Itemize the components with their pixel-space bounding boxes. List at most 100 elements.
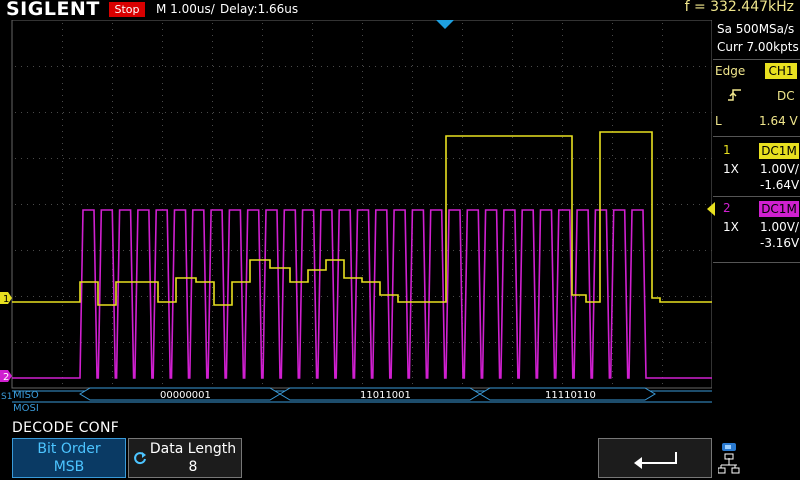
grid-dot — [162, 245, 163, 246]
grid-dot — [285, 204, 286, 205]
grid-dot — [612, 119, 613, 120]
grid-dot — [453, 66, 454, 67]
grid-dot — [562, 293, 563, 294]
grid-dot — [561, 158, 562, 159]
grid-dot — [615, 342, 616, 343]
grid-dot — [112, 107, 113, 108]
channel-2-marker[interactable]: 2 — [0, 370, 12, 383]
grid-dot — [62, 359, 63, 360]
grid-dot — [507, 250, 508, 251]
back-button[interactable] — [598, 438, 712, 478]
grid-dot — [519, 204, 520, 205]
run-stop-badge[interactable]: Stop — [109, 2, 145, 17]
grid-dot — [609, 66, 610, 67]
grid-dot — [171, 204, 172, 205]
grid-dot — [62, 167, 63, 168]
grid-dot — [639, 342, 640, 343]
grid-dot — [453, 158, 454, 159]
grid-dot — [562, 185, 563, 186]
grid-dot — [512, 269, 513, 270]
grid-dot — [512, 101, 513, 102]
grid-dot — [213, 204, 214, 205]
grid-dot — [459, 296, 460, 297]
grid-dot — [562, 377, 563, 378]
grid-dot — [512, 317, 513, 318]
grid-dot — [315, 158, 316, 159]
grid-dot — [69, 342, 70, 343]
grid-dot — [212, 167, 213, 168]
grid-dot — [512, 113, 513, 114]
channel-2-panel[interactable]: 2 DC1M 1X 1.00V/ -3.16V — [707, 198, 800, 260]
grid-dot — [303, 66, 304, 67]
grid-dot — [585, 204, 586, 205]
grid-dot — [412, 299, 413, 300]
grid-dot — [312, 173, 313, 174]
grid-dot — [615, 112, 616, 113]
grid-dot — [195, 296, 196, 297]
grid-dot — [62, 335, 63, 336]
grid-dot — [662, 47, 663, 48]
grid-dot — [262, 287, 263, 288]
grid-dot — [312, 299, 313, 300]
grid-dot — [465, 158, 466, 159]
grid-dot — [362, 239, 363, 240]
grid-dot — [362, 35, 363, 36]
grid-dot — [477, 158, 478, 159]
grid-dot — [297, 250, 298, 251]
grid-dot — [165, 158, 166, 159]
grid-dot — [512, 23, 513, 24]
trigger-panel[interactable]: Edge CH1 DC L 1.64 V — [713, 60, 800, 132]
grid-dot — [255, 66, 256, 67]
grid-dot — [411, 158, 412, 159]
grid-dot — [212, 311, 213, 312]
grid-dot — [249, 296, 250, 297]
grid-dot — [462, 221, 463, 222]
grid-dot — [561, 296, 562, 297]
grid-dot — [262, 107, 263, 108]
grid-dot — [62, 215, 63, 216]
grid-dot — [555, 204, 556, 205]
grid-dot — [339, 296, 340, 297]
grid-dot — [112, 299, 113, 300]
grid-dot — [93, 250, 94, 251]
grid-dot — [57, 112, 58, 113]
softkey-menu-bar: DECODE CONF Bit Order MSB Data Length 8 — [0, 420, 800, 480]
channel-1-marker[interactable]: 1 — [0, 292, 12, 305]
grid-dot — [362, 191, 363, 192]
grid-dot — [669, 112, 670, 113]
grid-dot — [412, 29, 413, 30]
grid-dot — [81, 112, 82, 113]
grid-dot — [412, 203, 413, 204]
grid-dot — [162, 83, 163, 84]
grid-dot — [375, 158, 376, 159]
grid-dot — [291, 296, 292, 297]
grid-dot — [489, 342, 490, 343]
grid-dot — [662, 347, 663, 348]
grid-dot — [483, 158, 484, 159]
data-length-softkey[interactable]: Data Length 8 — [128, 438, 242, 478]
trigger-level-label: L — [715, 114, 722, 128]
waveform-display[interactable]: 1 2 00000001 11011001 11110110 S1 MISO M… — [0, 20, 712, 420]
grid-dot — [562, 371, 563, 372]
grid-dot — [135, 66, 136, 67]
grid-dot — [201, 250, 202, 251]
grid-dot — [312, 311, 313, 312]
grid-dot — [33, 342, 34, 343]
grid-dot — [162, 311, 163, 312]
grid-dot — [312, 23, 313, 24]
grid-dot — [162, 305, 163, 306]
grid-dot — [512, 239, 513, 240]
grid-dot — [462, 203, 463, 204]
grid-dot — [225, 66, 226, 67]
bit-order-softkey[interactable]: Bit Order MSB — [12, 438, 126, 478]
grid-dot — [219, 158, 220, 159]
grid-dot — [512, 149, 513, 150]
grid-dot — [412, 113, 413, 114]
grid-dot — [662, 269, 663, 270]
grid-dot — [412, 23, 413, 24]
right-info-panel: Sa 500MSa/s Curr 7.00kpts Edge CH1 DC L … — [707, 20, 800, 440]
grid-dot — [189, 250, 190, 251]
grid-dot — [512, 221, 513, 222]
grid-dot — [262, 35, 263, 36]
grid-dot — [327, 204, 328, 205]
